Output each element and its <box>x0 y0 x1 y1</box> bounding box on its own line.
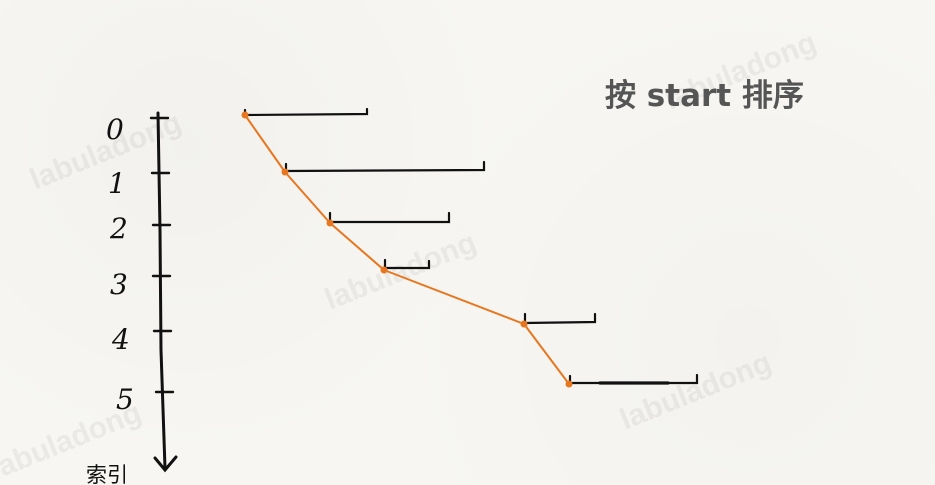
start-point <box>565 380 573 388</box>
axis-line <box>156 111 167 470</box>
start-connector-line <box>244 114 570 385</box>
interval-0 <box>243 107 369 117</box>
axis-tick-label: 1 <box>108 167 126 200</box>
start-path <box>241 111 573 388</box>
watermark: labuladong <box>615 346 776 437</box>
axis-tick-label: 0 <box>106 113 124 146</box>
axis-tick-label: 4 <box>111 323 130 356</box>
watermark: labuladong <box>320 226 481 317</box>
start-point <box>520 320 528 328</box>
axis-tick-label: 3 <box>110 268 128 301</box>
start-point <box>326 219 334 227</box>
start-point <box>380 266 388 274</box>
interval-4 <box>523 312 597 325</box>
axis-tick-label: 5 <box>116 383 134 416</box>
start-point <box>281 168 289 176</box>
diagram-title: 按 start 排序 <box>605 78 804 114</box>
diagram-svg: labuladong labuladong labuladong labulad… <box>0 26 821 485</box>
axis-tick-label: 2 <box>109 212 128 245</box>
axis-title: 索引 <box>86 463 128 485</box>
interval-1 <box>284 160 486 173</box>
diagram-canvas: labuladong labuladong labuladong labulad… <box>0 0 935 485</box>
start-point <box>241 111 249 119</box>
interval-2 <box>328 211 451 224</box>
